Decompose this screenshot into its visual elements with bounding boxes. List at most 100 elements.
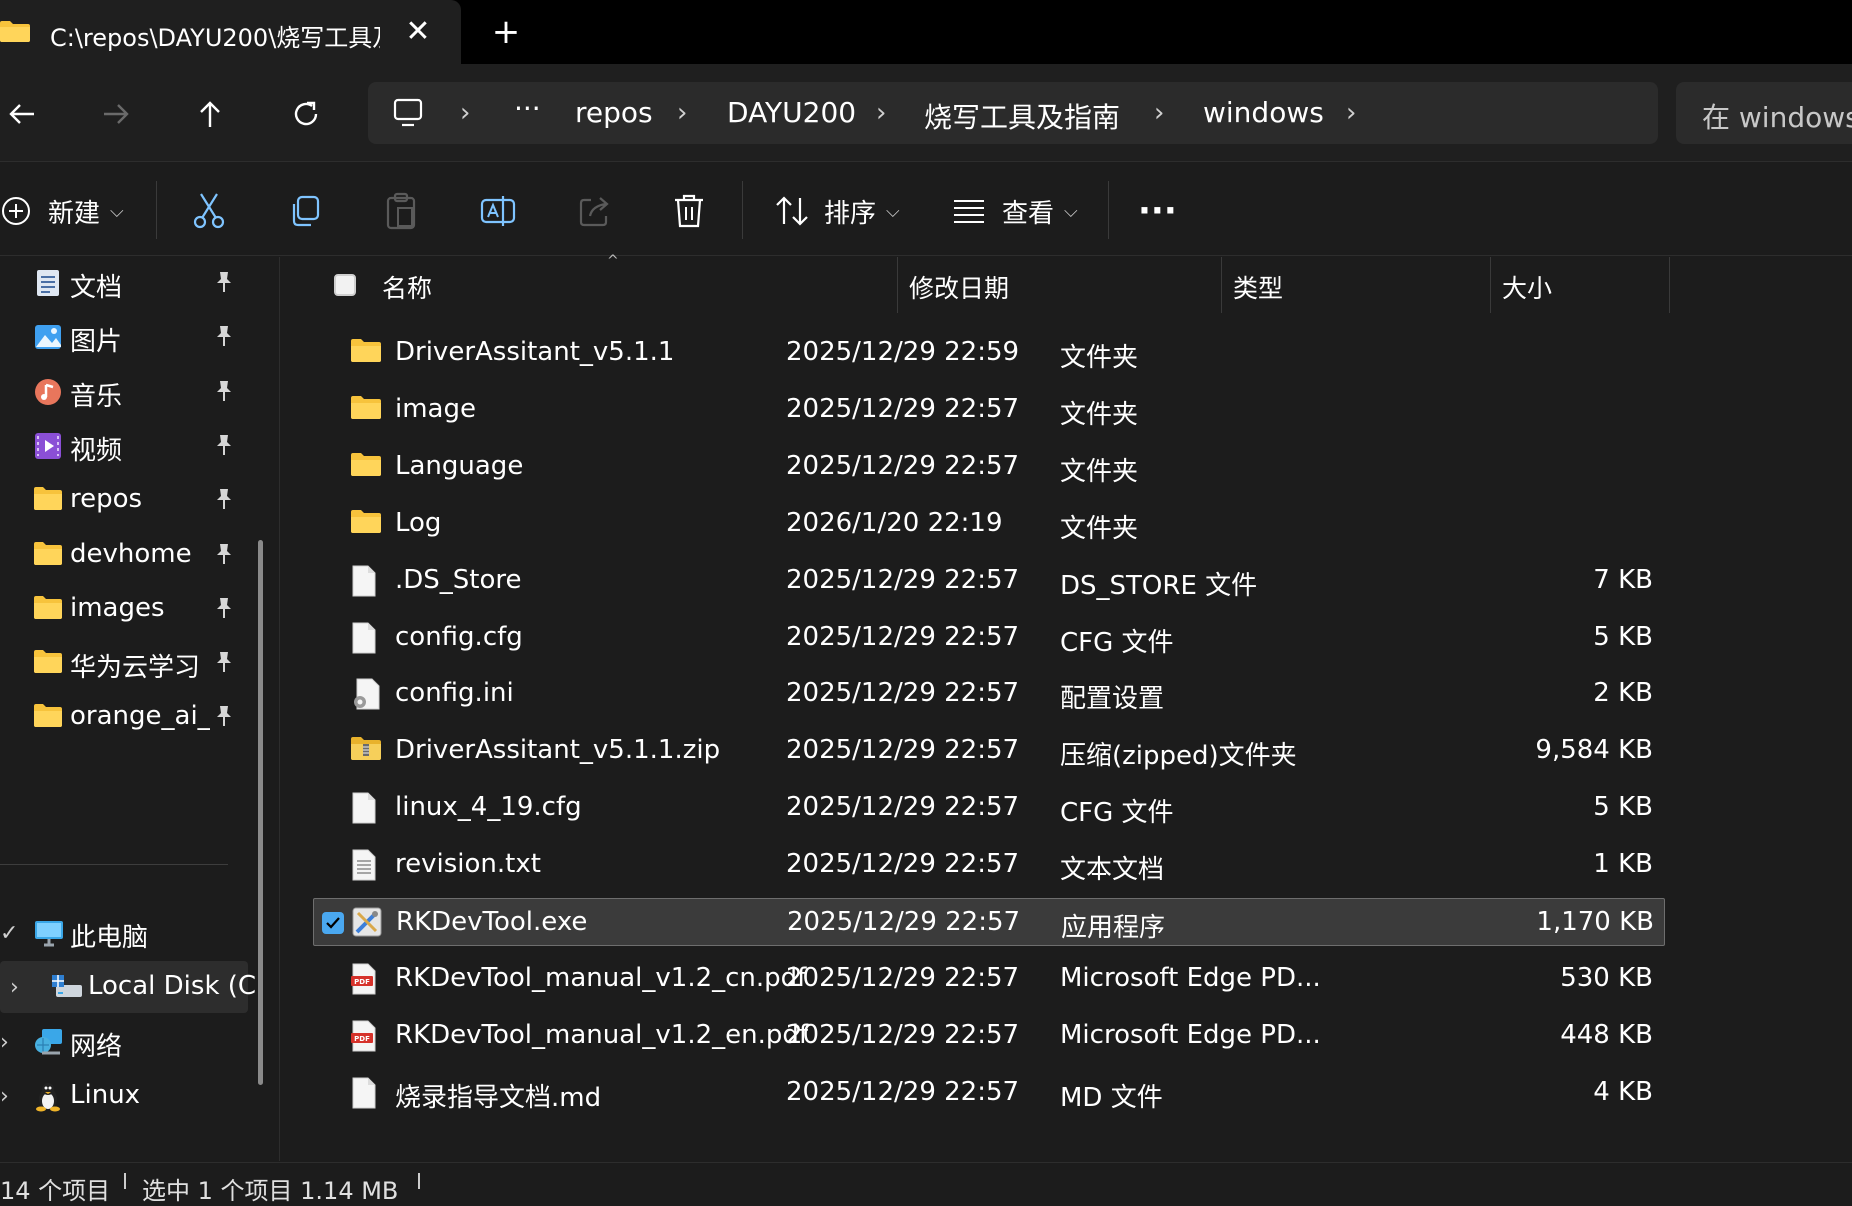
file-row[interactable]: PDF RKDevTool_manual_v1.2_cn.pdf 2025/12/2… <box>313 955 1665 1003</box>
file-row[interactable]: .DS_Store 2025/12/29 22:57 DS_STORE 文件 7 KB <box>313 557 1665 605</box>
file-date: 2025/12/29 22:57 <box>786 849 1020 880</box>
sort-ascending-icon: ^ <box>607 253 619 269</box>
sidebar-item-repos[interactable]: repos <box>0 474 250 526</box>
sidebar-item-images[interactable]: images <box>0 583 250 635</box>
column-date[interactable]: 修改日期 <box>909 269 1009 305</box>
file-type: Microsoft Edge PD... <box>1060 1019 1321 1050</box>
row-checkbox[interactable] <box>322 912 344 934</box>
address-bar[interactable]: › ··· repos › DAYU200 › 烧写工具及指南 › window… <box>368 82 1658 144</box>
svg-text:PDF: PDF <box>354 978 370 986</box>
selection-info: 选中 1 个项目 1.14 MB <box>142 1177 399 1205</box>
chevron-icon[interactable]: ✓ <box>0 921 18 946</box>
file-row[interactable]: 烧录指导文档.md 2025/12/29 22:57 MD 文件 4 KB <box>313 1069 1665 1117</box>
pin-icon[interactable] <box>214 597 236 621</box>
column-type[interactable]: 类型 <box>1233 269 1283 305</box>
more-options-button[interactable]: ··· <box>1138 189 1177 233</box>
refresh-button[interactable] <box>284 92 328 136</box>
sidebar-tree-item-0[interactable]: ✓ 此电脑 <box>0 907 250 959</box>
breadcrumb-tools[interactable]: 烧写工具及指南 <box>924 96 1120 136</box>
pin-icon[interactable] <box>214 434 236 458</box>
breadcrumb-windows[interactable]: windows <box>1203 96 1324 129</box>
select-all-checkbox[interactable] <box>334 274 356 296</box>
column-divider[interactable] <box>1669 257 1670 313</box>
pin-icon[interactable] <box>214 543 236 567</box>
search-box[interactable]: 在 windows <box>1676 82 1852 144</box>
file-size: 4 KB <box>1593 1076 1653 1107</box>
file-row[interactable]: DriverAssitant_v5.1.1 2025/12/29 22:59 文件夹 <box>313 329 1665 377</box>
share-button[interactable] <box>578 189 612 233</box>
file-row[interactable]: Language 2025/12/29 22:57 文件夹 <box>313 443 1665 491</box>
tab-active[interactable]: C:\repos\DAYU200\烧写工具及 ✕ <box>0 0 461 64</box>
pin-icon[interactable] <box>214 271 236 295</box>
sidebar-tree-item-3[interactable]: › Linux <box>0 1070 250 1122</box>
view-button[interactable]: 查看 ⌵ <box>952 189 1078 233</box>
delete-button[interactable] <box>672 189 706 233</box>
forward-button[interactable] <box>94 92 138 136</box>
sidebar-item--[interactable]: 华为云学习 <box>0 637 250 689</box>
file-row[interactable]: Log 2026/1/20 22:19 文件夹 <box>313 500 1665 548</box>
file-name: RKDevTool.exe <box>396 907 588 937</box>
breadcrumb-dayu200[interactable]: DAYU200 <box>727 96 856 129</box>
rename-button[interactable] <box>480 189 516 233</box>
computer-icon <box>393 98 423 127</box>
file-row[interactable]: config.ini 2025/12/29 22:57 配置设置 2 KB <box>313 670 1665 718</box>
chevron-icon[interactable]: › <box>10 975 26 1000</box>
sidebar-tree-item-2[interactable]: › 网络 <box>0 1016 250 1068</box>
file-row[interactable]: PDF RKDevTool_manual_v1.2_en.pdf 2025/12/2… <box>313 1012 1665 1060</box>
chevron-icon[interactable]: › <box>0 1084 16 1109</box>
pin-icon[interactable] <box>214 705 236 729</box>
pictures-icon <box>34 323 62 351</box>
sidebar-scrollbar[interactable] <box>258 540 263 1085</box>
status-bar: 14 个项目 选中 1 个项目 1.14 MB <box>0 1162 1852 1205</box>
sidebar-item--[interactable]: 音乐 <box>0 366 250 418</box>
network-icon <box>34 1028 62 1056</box>
column-divider[interactable] <box>1490 257 1491 313</box>
copy-icon <box>292 195 320 227</box>
sort-button[interactable]: 排序 ⌵ <box>774 189 900 233</box>
paste-button[interactable] <box>384 189 418 233</box>
breadcrumb-repos[interactable]: repos <box>575 96 653 129</box>
sidebar-item-label: 音乐 <box>70 381 123 412</box>
videos-icon <box>34 432 62 460</box>
cut-button[interactable] <box>192 189 226 233</box>
column-name[interactable]: 名称 <box>382 269 432 305</box>
sidebar-divider <box>0 864 228 865</box>
new-button[interactable]: 新建 ⌵ <box>0 189 124 233</box>
column-divider[interactable] <box>897 257 898 313</box>
file-date: 2025/12/29 22:57 <box>786 564 1020 595</box>
scissors-icon <box>193 193 225 229</box>
file-row[interactable]: DriverAssitant_v5.1.1.zip 2025/12/29 22:5… <box>313 727 1665 775</box>
linux-icon <box>34 1082 62 1112</box>
new-tab-button[interactable]: + <box>488 12 524 52</box>
chevron-down-icon: ⌵ <box>110 200 124 222</box>
chevron-icon[interactable]: › <box>0 1030 16 1055</box>
file-date: 2025/12/29 22:57 <box>786 678 1020 709</box>
pin-icon[interactable] <box>214 325 236 349</box>
sidebar-item-label: orange_ai_ar <box>70 701 210 732</box>
file-row[interactable]: RKDevTool.exe 2025/12/29 22:57 应用程序 1,170 K… <box>313 898 1665 946</box>
file-row[interactable]: linux_4_19.cfg 2025/12/29 22:57 CFG 文件 5 KB <box>313 784 1665 832</box>
file-name: .DS_Store <box>395 564 522 595</box>
column-divider[interactable] <box>1221 257 1222 313</box>
sidebar-item-devhome[interactable]: devhome <box>0 529 250 581</box>
copy-button[interactable] <box>288 189 322 233</box>
file-row[interactable]: revision.txt 2025/12/29 22:57 文本文档 1 KB <box>313 841 1665 889</box>
pin-icon[interactable] <box>214 380 236 404</box>
file-row[interactable]: image 2025/12/29 22:57 文件夹 <box>313 386 1665 434</box>
sidebar-item--[interactable]: 图片 <box>0 311 250 363</box>
list-view-icon <box>954 200 984 223</box>
sidebar-item--[interactable]: 视频 <box>0 420 250 472</box>
sidebar-tree-item-1[interactable]: › Local Disk (C:) <box>0 961 263 1013</box>
breadcrumb-more[interactable]: ··· <box>514 92 541 125</box>
file-row[interactable]: config.cfg 2025/12/29 22:57 CFG 文件 5 KB <box>313 614 1665 662</box>
up-button[interactable] <box>188 92 232 136</box>
close-tab-button[interactable]: ✕ <box>404 12 432 52</box>
back-button[interactable] <box>0 92 44 136</box>
column-size[interactable]: 大小 <box>1502 269 1552 305</box>
file-date: 2025/12/29 22:57 <box>786 450 1020 481</box>
pin-icon[interactable] <box>214 651 236 675</box>
pin-icon[interactable] <box>214 488 236 512</box>
sidebar-item--[interactable]: 文档 <box>0 257 250 309</box>
file-date: 2025/12/29 22:57 <box>786 393 1020 424</box>
sidebar-item-orange-ai-ar[interactable]: orange_ai_ar <box>0 691 250 743</box>
